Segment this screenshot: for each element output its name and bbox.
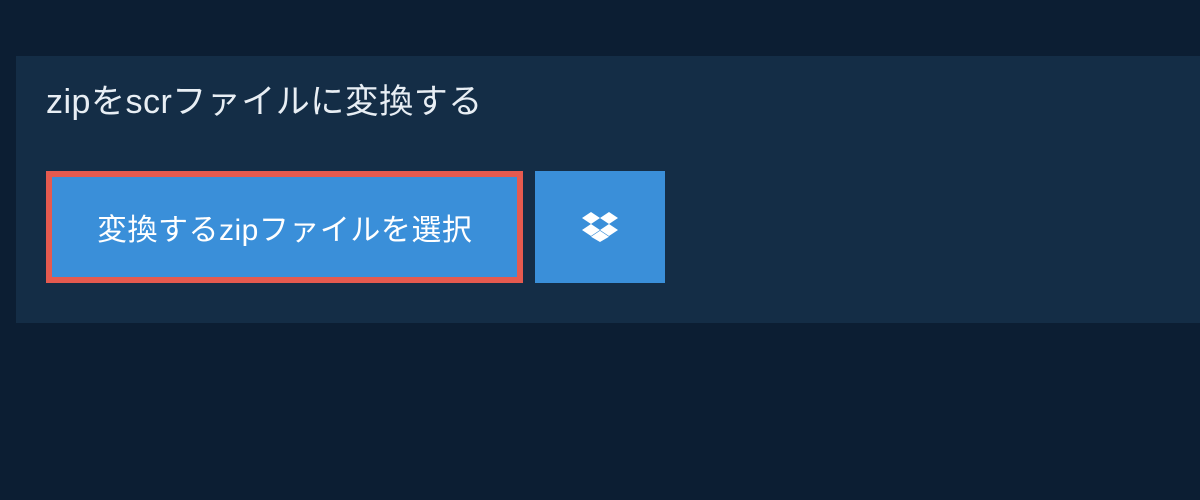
- conversion-panel: zipをscrファイルに変換する 変換するzipファイルを選択: [16, 56, 1200, 323]
- button-row: 変換するzipファイルを選択: [16, 141, 1200, 323]
- select-file-button-label: 変換するzipファイルを選択: [97, 205, 472, 249]
- page-title: zipをscrファイルに変換する: [46, 74, 483, 123]
- heading-wrapper: zipをscrファイルに変換する: [16, 56, 513, 141]
- dropbox-icon: [582, 209, 618, 245]
- dropbox-button[interactable]: [535, 171, 665, 283]
- select-file-button[interactable]: 変換するzipファイルを選択: [46, 171, 523, 283]
- main-container: zipをscrファイルに変換する 変換するzipファイルを選択: [0, 0, 1200, 323]
